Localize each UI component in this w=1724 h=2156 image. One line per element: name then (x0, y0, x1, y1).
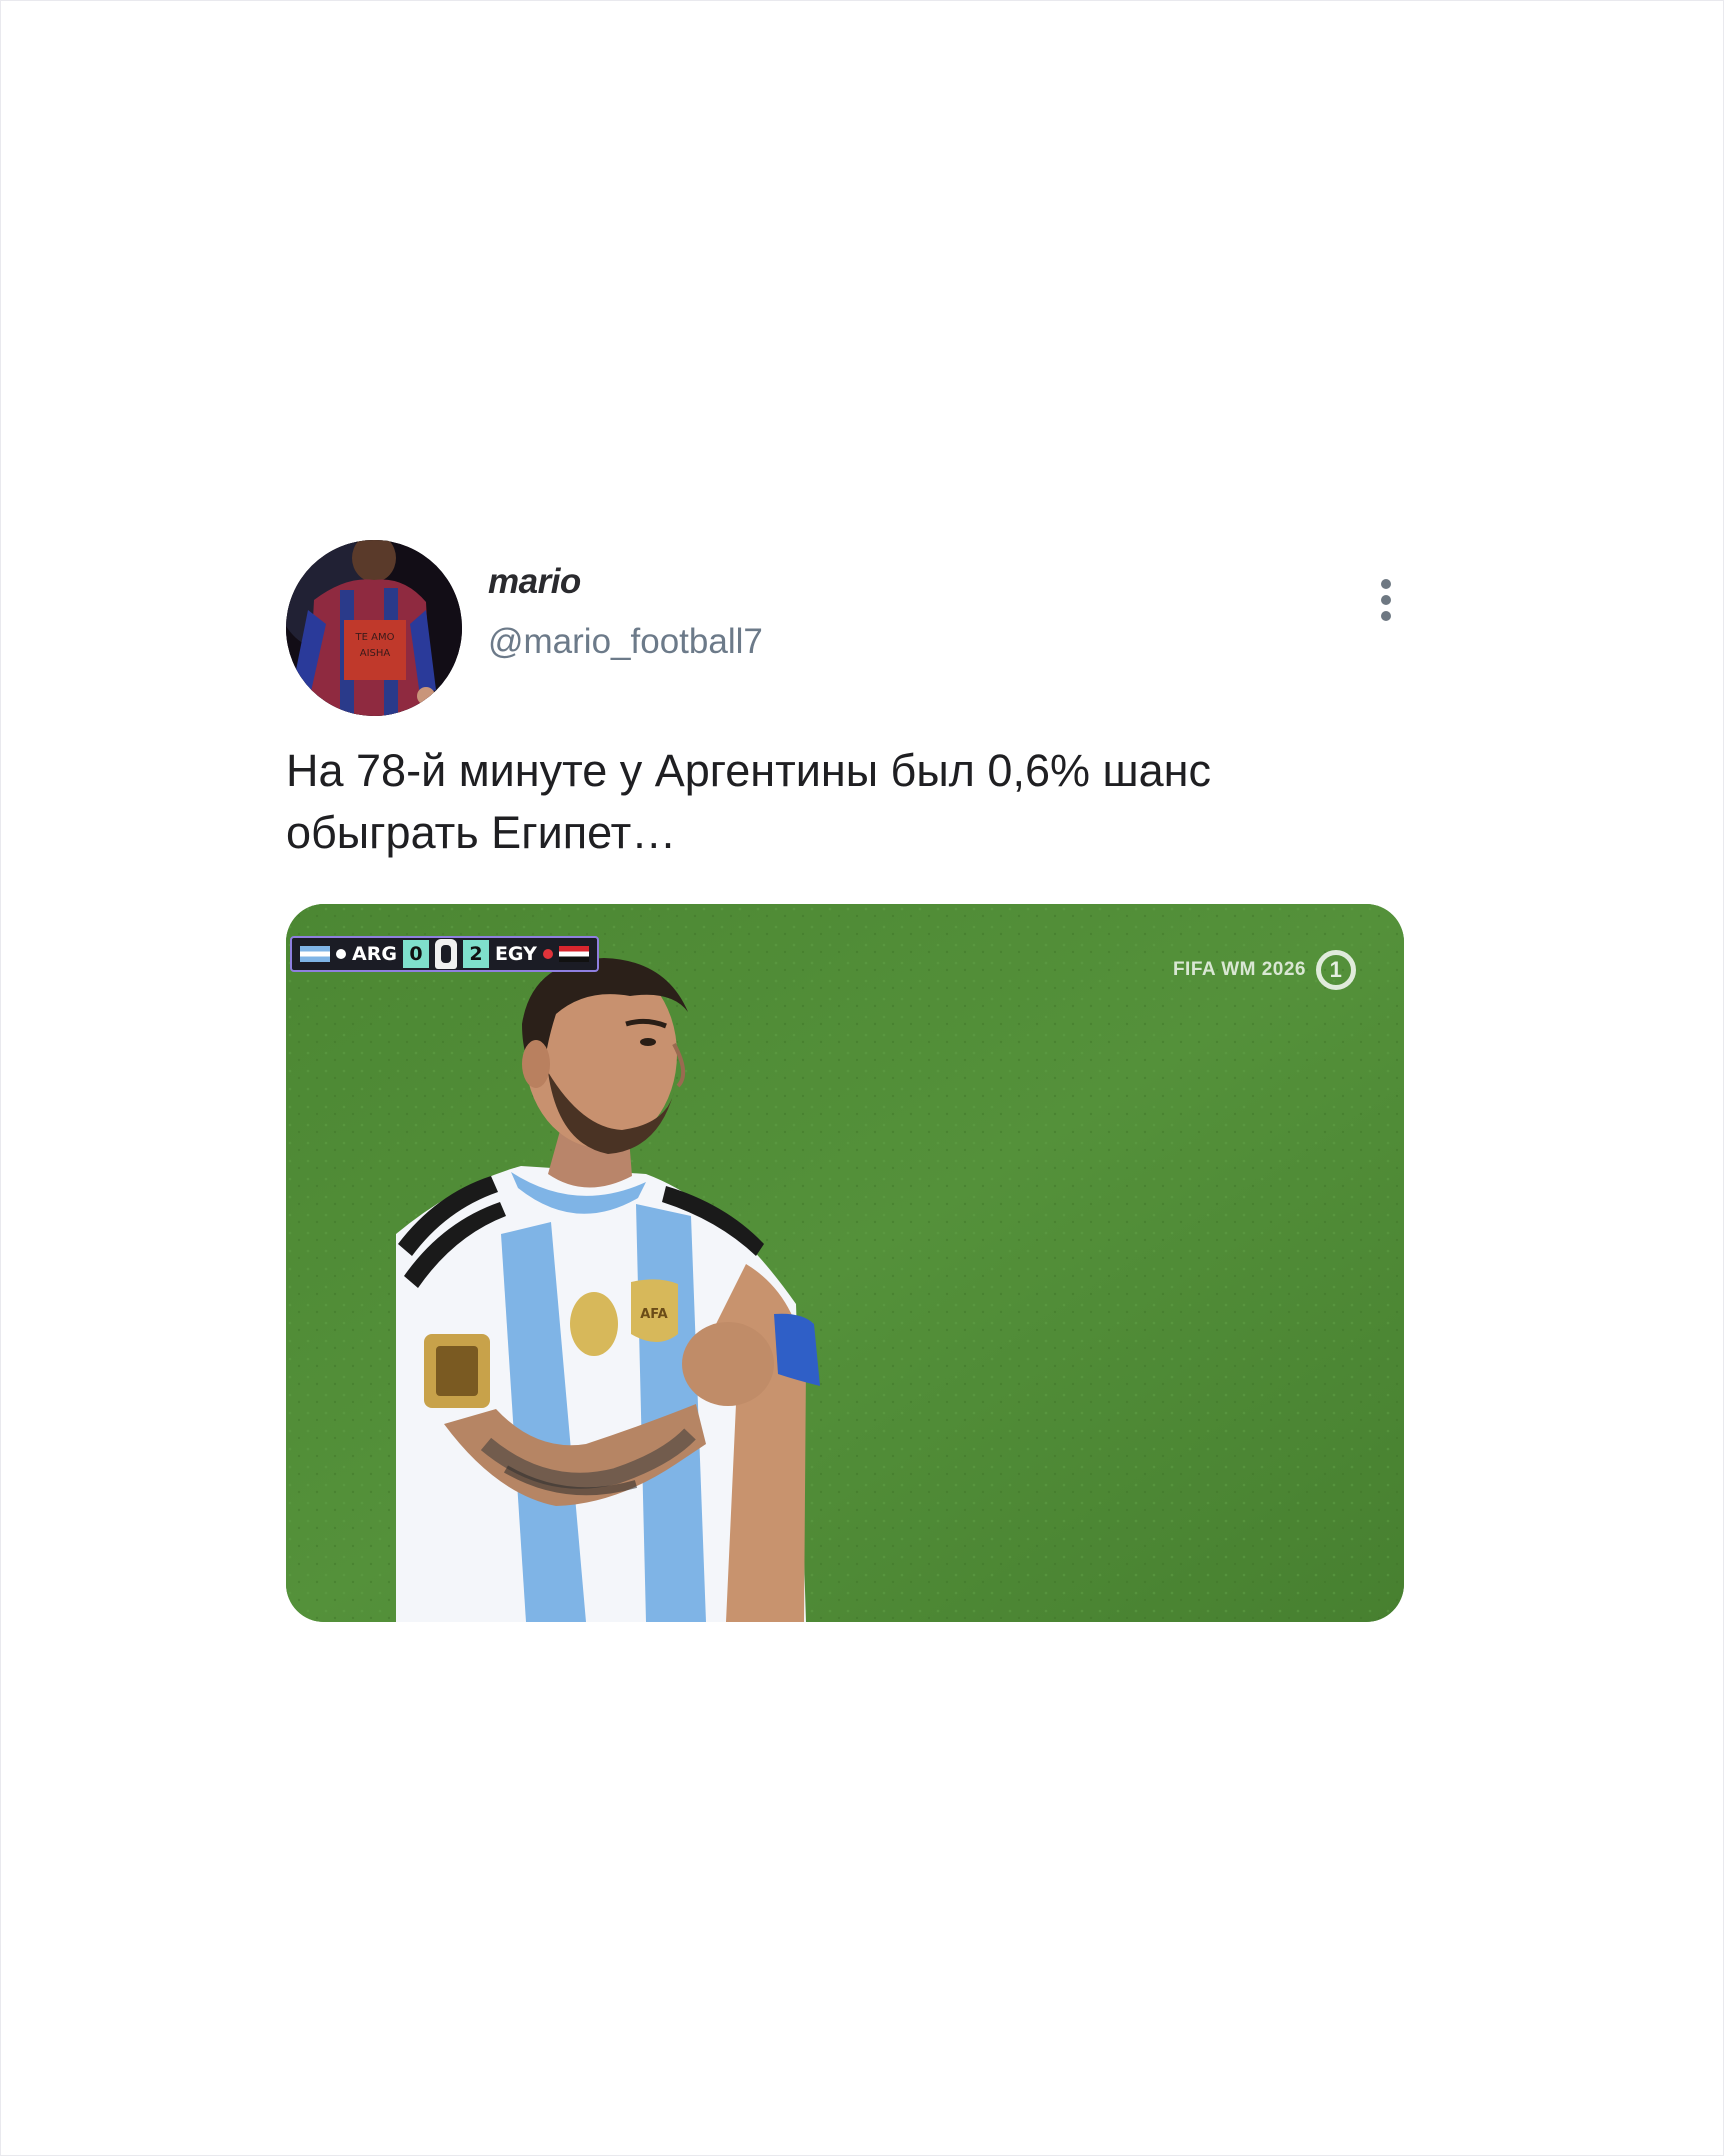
egypt-flag-icon (558, 946, 589, 962)
channel-logo-icon: 1 (1316, 950, 1356, 990)
more-options-button[interactable] (1366, 570, 1406, 630)
scorebug: ARG 0 2 EGY (290, 936, 599, 972)
avatar-photo: TE AMO AISHA (286, 540, 462, 716)
post-card: TE AMO AISHA mario @mario_football7 На 7… (286, 540, 1406, 1622)
post-text: На 78-й минуте у Аргентины был 0,6% шанс… (286, 745, 1211, 858)
away-score: 2 (462, 940, 489, 968)
more-vertical-icon (1381, 579, 1391, 589)
broadcast-label: FIFA WM 2026 (1172, 959, 1306, 980)
home-score: 0 (402, 940, 429, 968)
away-team-code: EGY (494, 943, 537, 965)
more-vertical-icon-dot-3 (1381, 611, 1391, 621)
svg-text:AFA: AFA (640, 1307, 668, 1322)
author-display-name[interactable]: mario (488, 562, 581, 602)
author-handle[interactable]: @mario_football7 (488, 622, 763, 662)
argentina-flag-icon (300, 946, 330, 962)
svg-text:AISHA: AISHA (360, 648, 391, 659)
post-header: TE AMO AISHA mario @mario_football7 (286, 540, 1406, 716)
home-team-code: ARG (352, 943, 397, 965)
away-indicator-dot (542, 949, 553, 959)
world-cup-trophy-icon (434, 939, 457, 969)
broadcaster-watermark: FIFA WM 2026 1 (1173, 950, 1356, 990)
more-vertical-icon-dot-2 (1381, 595, 1391, 605)
home-indicator-dot (336, 949, 346, 959)
post-media[interactable]: AFA ARG 0 2 EGY FIFA WM 2026 1 (286, 904, 1404, 1622)
match-frame-image: AFA (286, 904, 1404, 1622)
author-avatar[interactable]: TE AMO AISHA (286, 540, 462, 716)
svg-text:TE AMO: TE AMO (355, 632, 395, 643)
